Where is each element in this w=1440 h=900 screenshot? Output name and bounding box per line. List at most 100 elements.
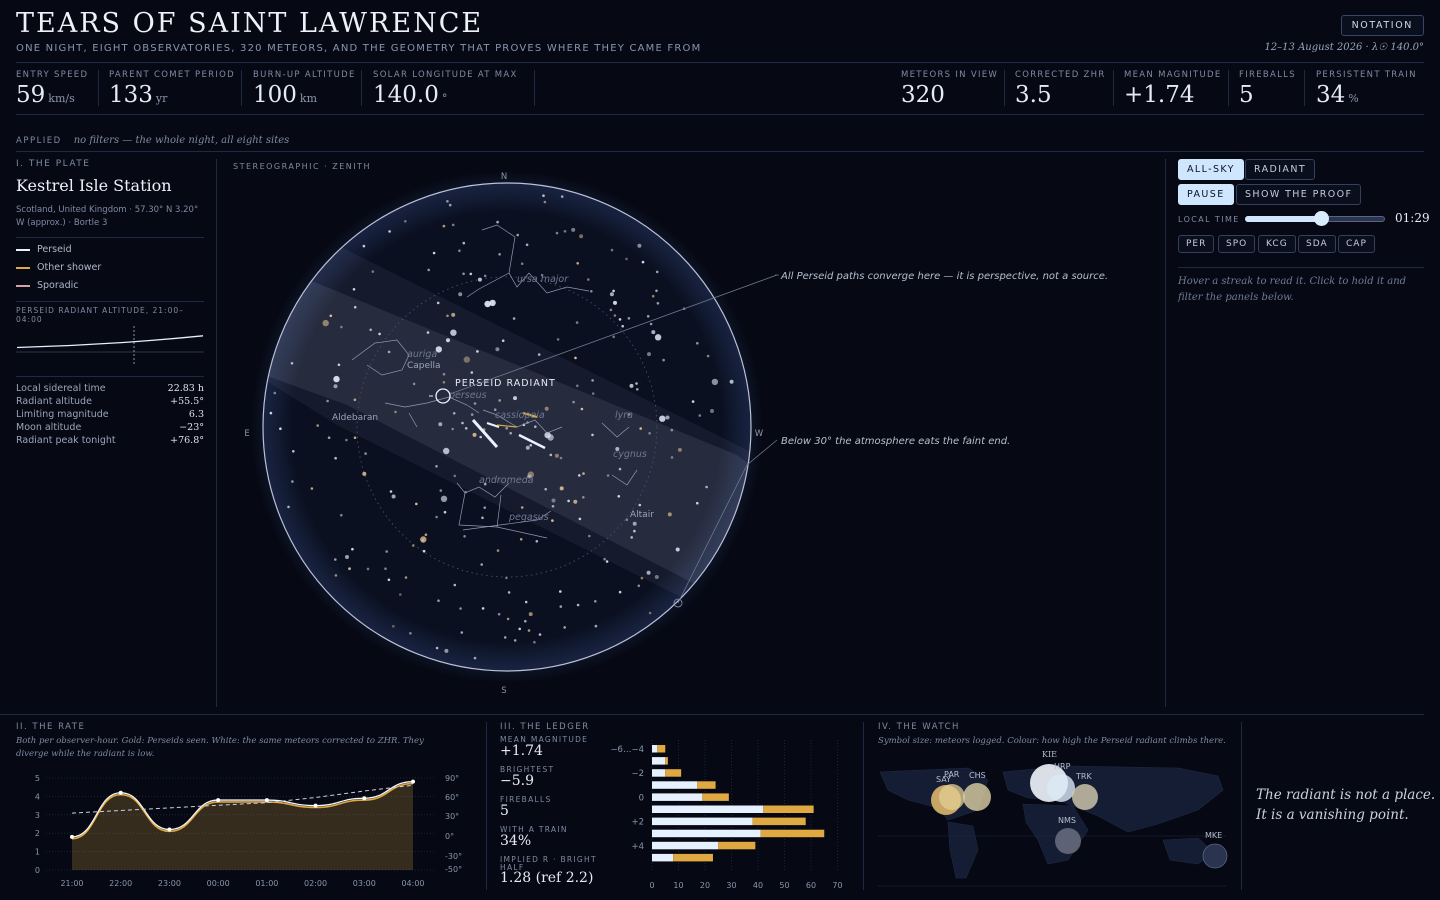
star <box>366 567 370 571</box>
site-hrp[interactable] <box>1047 774 1075 802</box>
histogram-xtick: 30 <box>726 881 736 890</box>
rate-chart[interactable]: 0 1 2 3 4 5 90° 60° 30° 0° -30° -50° 21:00 22:00 23:… <box>16 770 476 892</box>
star <box>520 262 524 265</box>
star <box>353 398 357 402</box>
time-slider-fill <box>1245 216 1322 222</box>
section-watch-title: IV. THE WATCH <box>878 722 960 732</box>
star <box>670 456 674 459</box>
star <box>409 632 412 635</box>
rate-xtick: 21:00 <box>60 879 83 888</box>
star <box>391 494 396 499</box>
time-slider-thumb[interactable] <box>1314 211 1329 226</box>
star <box>655 270 659 274</box>
site-par[interactable] <box>939 784 965 810</box>
star <box>638 503 642 507</box>
star <box>670 428 674 432</box>
histogram-bar-other <box>760 829 825 838</box>
site-chs[interactable] <box>963 783 991 811</box>
star <box>469 272 473 276</box>
legend-perseid[interactable]: Perseid <box>16 244 72 255</box>
star <box>310 487 314 490</box>
star <box>470 413 474 416</box>
histogram-bar-other <box>657 745 666 753</box>
site-mke[interactable] <box>1202 843 1228 869</box>
shower-chip-per[interactable]: PER <box>1178 235 1215 253</box>
star <box>646 570 651 575</box>
star <box>524 619 527 623</box>
star <box>617 495 621 498</box>
pause-button[interactable]: PAUSE <box>1178 184 1234 205</box>
shower-chip-sda[interactable]: SDA <box>1298 235 1336 253</box>
rate-y2-axis: 90° 60° 30° 0° -30° -50° <box>445 774 462 874</box>
compass-n: N <box>501 172 507 182</box>
show-proof-button[interactable]: SHOW THE PROOF <box>1236 184 1362 205</box>
star <box>334 456 337 460</box>
star <box>710 409 714 413</box>
shower-chip-spo[interactable]: SPO <box>1218 235 1256 253</box>
star <box>503 636 507 639</box>
label-ursa-major: ursa major <box>517 274 569 285</box>
histogram-bar-other <box>718 841 756 850</box>
site-trk[interactable] <box>1072 784 1098 810</box>
magnitude-histogram[interactable]: −6…−4 −2 0 +2 +4 0 10 20 30 40 50 60 70 <box>600 738 850 894</box>
star <box>443 510 447 514</box>
star <box>426 331 430 334</box>
star <box>613 300 617 305</box>
ledger-brightest-value: −5.9 <box>500 773 534 789</box>
star <box>667 512 672 517</box>
histogram-xtick: 50 <box>779 881 789 890</box>
star <box>451 427 454 431</box>
star <box>603 557 606 561</box>
star <box>555 231 559 235</box>
shower-chip-cap[interactable]: CAP <box>1338 235 1375 253</box>
notation-button[interactable]: NOTATION <box>1340 15 1424 36</box>
star <box>459 607 462 610</box>
rate-y2tick: 60° <box>445 793 459 802</box>
star <box>435 515 438 519</box>
shower-chip-kcg[interactable]: KCG <box>1258 235 1296 253</box>
view-radiant-button[interactable]: RADIANT <box>1245 159 1316 180</box>
ledger-train-value: 34% <box>500 833 532 849</box>
sky-plate[interactable]: ursa major auriga perseus cassiopeia lyr… <box>217 165 1165 705</box>
annotation-horizon: Below 30° the atmosphere eats the faint … <box>781 436 1010 447</box>
star <box>696 501 699 505</box>
star <box>632 521 637 526</box>
star <box>404 220 407 223</box>
star <box>590 290 593 293</box>
legend-sporadic[interactable]: Sporadic <box>16 280 79 291</box>
view-all-sky-button[interactable]: ALL-SKY <box>1178 159 1244 180</box>
rate-xtick: 02:00 <box>304 879 327 888</box>
altitude-sparkline <box>16 326 204 366</box>
star <box>437 599 440 602</box>
star <box>630 536 633 539</box>
svg-text:NMS: NMS <box>1058 816 1076 825</box>
star <box>345 438 348 442</box>
star <box>458 249 461 252</box>
star <box>527 629 531 632</box>
label-perseus: perseus <box>448 390 487 401</box>
site-nms[interactable] <box>1055 828 1081 854</box>
label-altair: Altair <box>630 510 654 520</box>
star <box>348 567 351 571</box>
star <box>334 574 338 577</box>
star <box>411 544 415 547</box>
star <box>384 567 387 570</box>
hover-hint: Hover a streak to read it. Click to hold… <box>1178 276 1407 303</box>
world-map[interactable]: SAY PAR CHS KIE HRP TRK NMS MKE <box>878 760 1228 888</box>
legend-other-shower[interactable]: Other shower <box>16 262 101 273</box>
date-line: 12–13 August 2026 · λ☉ 140.0° <box>1264 42 1424 53</box>
star <box>582 472 585 475</box>
star <box>287 505 290 509</box>
star <box>543 200 547 204</box>
star <box>442 224 446 228</box>
star <box>649 322 653 326</box>
star <box>711 378 719 386</box>
section-rate-title: II. THE RATE <box>16 722 86 732</box>
star <box>507 591 511 594</box>
rate-y2tick: 90° <box>445 774 459 783</box>
star <box>580 407 584 411</box>
histogram-bar-other <box>763 805 814 813</box>
star <box>648 611 652 615</box>
histogram-bar-perseid <box>652 853 674 862</box>
star <box>591 433 594 437</box>
